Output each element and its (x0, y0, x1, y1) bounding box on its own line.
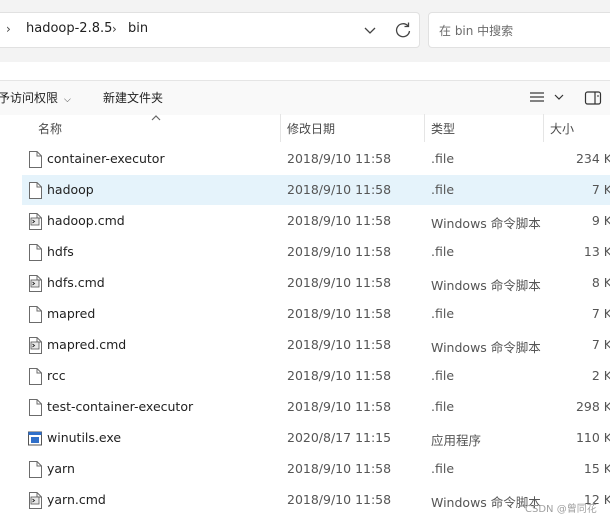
file-name: test-container-executor (47, 399, 194, 414)
column-header: 名称 修改日期 类型 大小 (0, 114, 610, 142)
file-icon (29, 182, 42, 199)
view-options-icon[interactable] (528, 89, 568, 107)
file-name: hadoop (47, 182, 94, 197)
file-date: 2020/8/17 11:15 (287, 430, 392, 445)
file-size: 298 K (575, 399, 610, 414)
file-name: hadoop.cmd (47, 213, 125, 228)
file-row[interactable]: rcc 2018/9/10 11:58 .file 2 K (22, 361, 610, 391)
address-bar[interactable]: › hadoop-2.8.5 › bin (0, 12, 420, 48)
file-icon (29, 306, 42, 323)
file-size: 7 K (591, 337, 610, 352)
file-date: 2018/9/10 11:58 (287, 182, 392, 197)
file-row[interactable]: test-container-executor 2018/9/10 11:58 .f… (22, 392, 610, 422)
file-type: .file (431, 368, 455, 383)
file-type: .file (431, 182, 455, 197)
cmd-script-icon (29, 492, 42, 509)
file-type: Windows 命令脚本 (431, 278, 541, 293)
file-row[interactable]: hadoop 2018/9/10 11:58 .file 7 K (22, 175, 610, 205)
file-row[interactable]: hadoop.cmd 2018/9/10 11:58 Windows 命令脚本 9 K (22, 206, 610, 236)
file-size: 7 K (591, 182, 610, 197)
file-size: 15 K (583, 461, 610, 476)
file-type: .file (431, 306, 455, 321)
file-row[interactable]: winutils.exe 2020/8/17 11:15 应用程序 110 K (22, 423, 610, 453)
file-row[interactable]: yarn.cmd 2018/9/10 11:58 Windows 命令脚本 12 K (22, 485, 610, 515)
file-size: 9 K (591, 213, 610, 228)
column-date[interactable]: 修改日期 (287, 120, 335, 137)
navigation-bar: › hadoop-2.8.5 › bin 在 bin 中搜索 (0, 0, 610, 62)
file-date: 2018/9/10 11:58 (287, 275, 392, 290)
file-size: 8 K (591, 275, 610, 290)
column-divider[interactable] (280, 114, 281, 142)
file-size: 234 K (575, 151, 610, 166)
file-date: 2018/9/10 11:58 (287, 337, 392, 352)
file-row[interactable]: container-executor 2018/9/10 11:58 .file 23… (22, 144, 610, 174)
breadcrumb-bin[interactable]: bin (128, 21, 148, 36)
file-type: .file (431, 151, 455, 166)
file-type: .file (431, 244, 455, 259)
cmd-script-icon (29, 213, 42, 230)
file-icon (29, 399, 42, 416)
file-icon (29, 244, 42, 261)
file-type: .file (431, 399, 455, 414)
watermark: CSDN @曾同花 (525, 504, 597, 515)
file-size: 2 K (591, 368, 610, 383)
file-name: rcc (47, 368, 66, 383)
file-icon (29, 461, 42, 478)
cmd-script-icon (29, 337, 42, 354)
file-type: Windows 命令脚本 (431, 340, 541, 355)
file-date: 2018/9/10 11:58 (287, 399, 392, 414)
grant-access-button[interactable]: 予访问权限 ⌵ (0, 89, 71, 106)
column-divider[interactable] (543, 114, 544, 142)
search-input[interactable]: 在 bin 中搜索 (428, 12, 610, 48)
new-folder-button[interactable]: 新建文件夹 (103, 89, 163, 106)
file-size: 7 K (591, 306, 610, 321)
command-bar: 予访问权限 ⌵ 新建文件夹 (0, 80, 610, 115)
file-type: 应用程序 (431, 433, 482, 448)
file-row[interactable]: mapred.cmd 2018/9/10 11:58 Windows 命令脚本 7 K (22, 330, 610, 360)
file-name: hdfs (47, 244, 74, 259)
file-name: mapred (47, 306, 96, 321)
file-name: yarn (47, 461, 75, 476)
column-type[interactable]: 类型 (431, 120, 455, 137)
file-row[interactable]: yarn 2018/9/10 11:58 .file 15 K (22, 454, 610, 484)
column-name[interactable]: 名称 (38, 120, 62, 137)
chevron-down-icon: ⌵ (64, 95, 71, 105)
cmd-script-icon (29, 275, 42, 292)
grant-access-label: 予访问权限 (0, 91, 59, 105)
exe-icon (28, 431, 42, 446)
file-name: yarn.cmd (47, 492, 106, 507)
search-placeholder: 在 bin 中搜索 (439, 24, 514, 38)
file-row[interactable]: mapred 2018/9/10 11:58 .file 7 K (22, 299, 610, 329)
file-row[interactable]: hdfs 2018/9/10 11:58 .file 13 K (22, 237, 610, 267)
file-type: .file (431, 461, 455, 476)
file-type: Windows 命令脚本 (431, 216, 541, 231)
file-size: 13 K (583, 244, 610, 259)
refresh-icon[interactable] (392, 19, 414, 41)
breadcrumb-hadoop[interactable]: hadoop-2.8.5 (26, 21, 112, 36)
file-date: 2018/9/10 11:58 (287, 244, 392, 259)
breadcrumb-separator-icon[interactable]: › (112, 22, 117, 36)
file-name: hdfs.cmd (47, 275, 105, 290)
file-icon (29, 368, 42, 385)
column-divider[interactable] (424, 114, 425, 142)
file-date: 2018/9/10 11:58 (287, 306, 392, 321)
file-size: 110 K (575, 430, 610, 445)
file-name: mapred.cmd (47, 337, 127, 352)
column-size[interactable]: 大小 (550, 120, 574, 137)
file-date: 2018/9/10 11:58 (287, 368, 392, 383)
file-name: container-executor (47, 151, 165, 166)
file-name: winutils.exe (47, 430, 122, 445)
file-date: 2018/9/10 11:58 (287, 461, 392, 476)
file-date: 2018/9/10 11:58 (287, 151, 392, 166)
chevron-down-icon[interactable] (360, 19, 380, 41)
file-date: 2018/9/10 11:58 (287, 492, 392, 507)
file-icon (29, 151, 42, 168)
sort-ascending-icon (151, 115, 161, 121)
file-date: 2018/9/10 11:58 (287, 213, 392, 228)
details-pane-icon[interactable] (584, 89, 602, 107)
file-row[interactable]: hdfs.cmd 2018/9/10 11:58 Windows 命令脚本 8 K (22, 268, 610, 298)
breadcrumb-separator-icon: › (6, 22, 11, 36)
